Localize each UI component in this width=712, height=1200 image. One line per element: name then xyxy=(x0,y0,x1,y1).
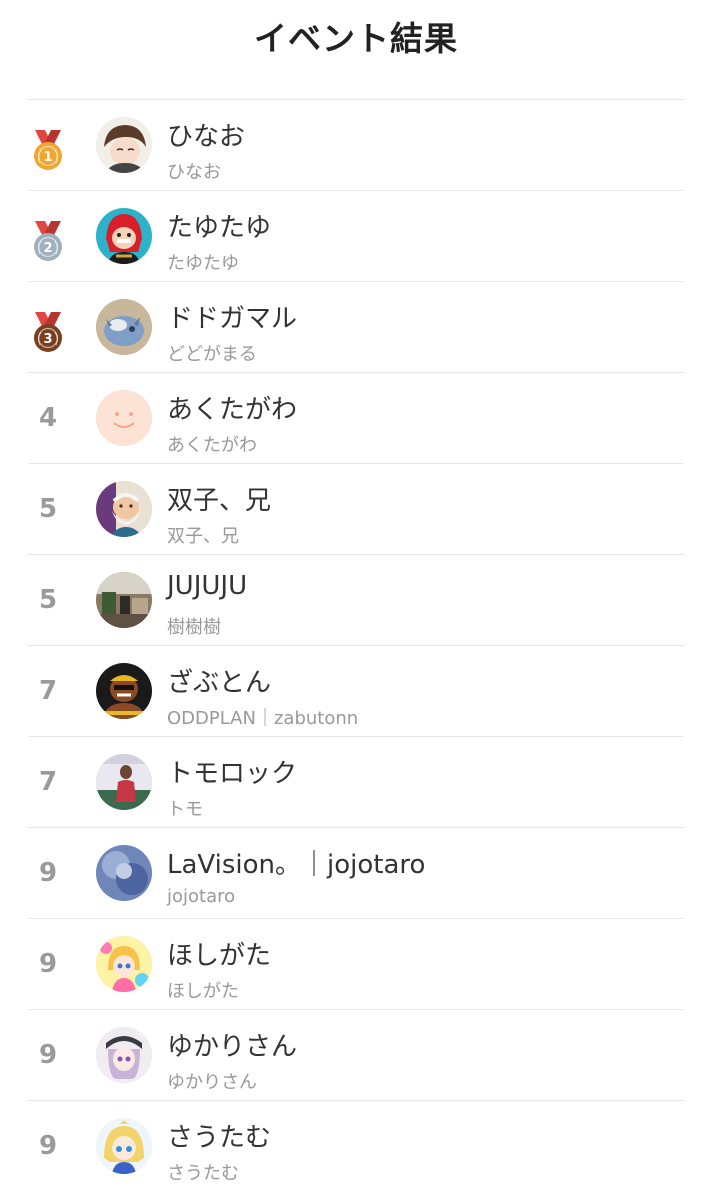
display-name[interactable]: たゆたゆ xyxy=(167,207,271,244)
user-id: トモ xyxy=(167,799,203,820)
avatar[interactable] xyxy=(96,1118,152,1174)
rank-number: 5 xyxy=(38,494,58,524)
user-id: 双子、兄 xyxy=(167,526,239,547)
user-id: どどがまる xyxy=(167,344,257,365)
result-row[interactable]: 9 ゆかりさん ゆかりさん xyxy=(28,1009,684,1100)
rank-number: 9 xyxy=(38,949,58,979)
avatar[interactable] xyxy=(96,299,152,355)
gold-medal-icon: 1 xyxy=(31,130,65,172)
result-row[interactable]: 7 ざぶとん ODDPLAN｜zabutonn xyxy=(28,645,684,736)
display-name[interactable]: ひなお xyxy=(167,116,245,153)
result-row[interactable]: 2 たゆたゆ たゆたゆ xyxy=(28,190,684,281)
display-name[interactable]: さうたむ xyxy=(167,1117,271,1154)
avatar[interactable] xyxy=(96,845,152,901)
svg-text:3: 3 xyxy=(43,332,52,347)
rank-number: 7 xyxy=(38,676,58,706)
result-row[interactable]: 5 JUJUJU 樹樹樹 xyxy=(28,554,684,645)
avatar[interactable] xyxy=(96,754,152,810)
rank-number: 9 xyxy=(38,1040,58,1070)
avatar[interactable] xyxy=(96,936,152,992)
rank-number: 4 xyxy=(38,403,58,433)
rank-number: 7 xyxy=(38,767,58,797)
svg-text:2: 2 xyxy=(43,241,52,256)
display-name[interactable]: ざぶとん xyxy=(167,662,271,699)
result-row[interactable]: 9 LaVision。｜jojotaro jojotaro xyxy=(28,827,684,918)
user-id: jojotaro xyxy=(167,886,236,907)
rank-number: 5 xyxy=(38,585,58,615)
user-id: ほしがた xyxy=(167,981,239,1002)
display-name[interactable]: 双子、兄 xyxy=(167,480,271,517)
svg-text:1: 1 xyxy=(43,150,52,165)
silver-medal-icon: 2 xyxy=(31,221,65,263)
user-id: ODDPLAN｜zabutonn xyxy=(167,708,359,729)
avatar[interactable] xyxy=(96,208,152,264)
display-name[interactable]: あくたがわ xyxy=(167,389,297,426)
display-name[interactable]: ほしがた xyxy=(167,935,271,972)
user-id: 樹樹樹 xyxy=(167,617,221,638)
user-id: あくたがわ xyxy=(167,435,257,456)
page-title: イベント結果 xyxy=(254,19,458,58)
result-row[interactable]: 7 トモロックトモ xyxy=(28,736,684,827)
avatar[interactable] xyxy=(96,390,152,446)
display-name[interactable]: トモロック xyxy=(167,753,297,790)
rank-number: 9 xyxy=(38,1131,58,1161)
results-list: 1 ひなお ひなお 2 たゆたゆ たゆたゆ 3 ドドガマル どどがまる 4 あくたがわ あくたがわ 5 双… xyxy=(28,99,684,1191)
user-id: さうたむ xyxy=(167,1163,239,1184)
display-name[interactable]: ゆかりさん xyxy=(167,1026,297,1063)
result-row[interactable]: 3 ドドガマルどどがまる xyxy=(28,281,684,372)
result-row[interactable]: 9 さうたむ さうたむ xyxy=(28,1100,684,1191)
result-row[interactable]: 5 双子、兄 双子、兄 xyxy=(28,463,684,554)
avatar[interactable] xyxy=(96,481,152,537)
user-id: ゆかりさん xyxy=(167,1072,257,1093)
display-name[interactable]: JUJUJU xyxy=(167,571,247,601)
rank-number: 9 xyxy=(38,858,58,888)
result-row[interactable]: 4 あくたがわ あくたがわ xyxy=(28,372,684,463)
result-row[interactable]: 9 ほしがた ほしがた xyxy=(28,918,684,1009)
avatar[interactable] xyxy=(96,117,152,173)
display-name[interactable]: ドドガマル xyxy=(167,298,297,335)
user-id: たゆたゆ xyxy=(167,253,239,274)
avatar[interactable] xyxy=(96,572,152,628)
result-row[interactable]: 1 ひなお ひなお xyxy=(28,99,684,190)
avatar[interactable] xyxy=(96,1027,152,1083)
display-name[interactable]: LaVision。｜jojotaro xyxy=(167,844,425,881)
user-id: ひなお xyxy=(167,162,221,183)
bronze-medal-icon: 3 xyxy=(31,312,65,354)
event-results-page: イベント結果 1 ひなお ひなお 2 たゆたゆ たゆたゆ 3 ドドガマル どどがまる 4 あくたがわ… xyxy=(0,0,712,1200)
avatar[interactable] xyxy=(96,663,152,719)
